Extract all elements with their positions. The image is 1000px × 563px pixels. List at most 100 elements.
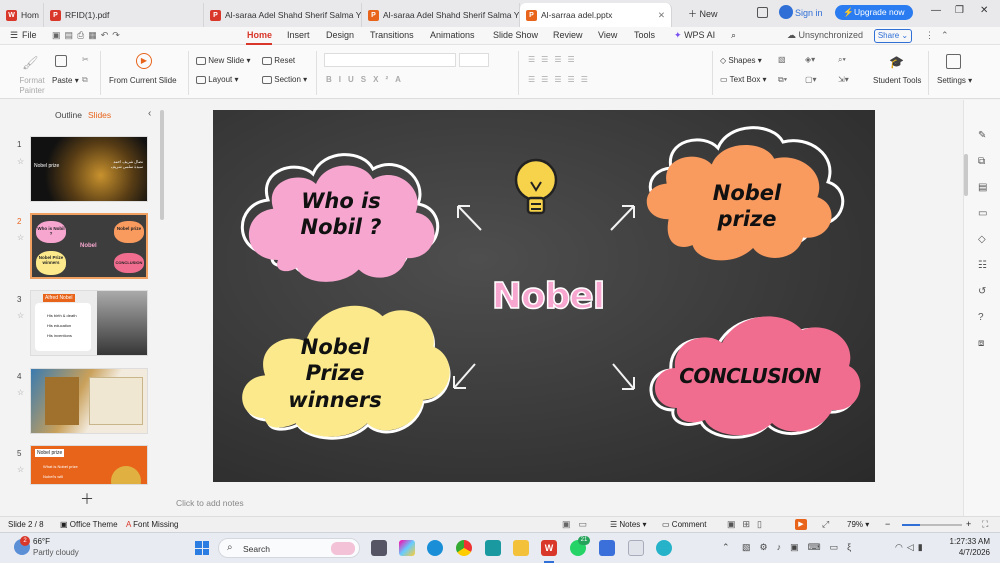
star-icon[interactable]: ☆ [17,157,24,166]
close-window-button[interactable]: ✕ [980,5,988,16]
from-current-slide-button[interactable]: From Current Slide [109,76,177,85]
collapse-icon[interactable]: ⧈ [978,338,984,349]
tab-home-ribbon[interactable]: Home [247,30,272,40]
format-painter-button[interactable]: Format Painter [18,76,46,96]
outlook-icon[interactable] [599,540,615,556]
sign-in-link[interactable]: Sign in [795,8,823,18]
fill-icon[interactable]: ◈▾ [805,55,815,64]
star-icon[interactable]: ☆ [17,233,24,242]
workspace-icon[interactable] [757,7,768,18]
comment-icon[interactable]: ▭ [978,208,987,219]
shape-icon[interactable]: ◇ [978,234,986,245]
slide-thumbnail-selected[interactable]: Who is Nobil ? Nobel prize Nobel Prize w… [30,213,148,279]
slide-thumbnail[interactable]: Nobel prize نضال شريف احمد سيدة سلمى شري… [30,136,148,202]
upgrade-button[interactable]: ⚡Upgrade now [835,5,913,20]
share-button[interactable]: Share ⌄ [874,29,912,43]
star-icon[interactable]: ☆ [17,311,24,320]
panel-scrollbar[interactable] [160,110,164,220]
avatar[interactable] [779,5,793,19]
tab-alsaraa-ppt[interactable]: P Al-saraa Adel Shahd Sherif Salma Ya [362,3,520,27]
add-slide-plus-icon[interactable]: ＋ [80,489,94,509]
close-icon[interactable]: ✕ [658,10,665,21]
zoom-out-button[interactable]: − [885,519,890,529]
tray-icons[interactable]: ▧⚙♪▣⌨▭ξ [742,542,860,553]
tab-slide-show[interactable]: Slide Show [493,30,538,40]
slide-thumbnail[interactable] [30,368,148,434]
select-icon[interactable]: ⇲▾ [838,75,849,84]
center-title[interactable]: Nobel [483,275,613,318]
arduino-icon[interactable] [485,540,501,556]
picture-icon[interactable]: ▧ [778,55,786,64]
outline-icon[interactable]: ▢▾ [805,75,817,84]
arrange-icon[interactable]: ⧉▾ [778,75,787,85]
tray-chevron-up-icon[interactable]: ⌃ [722,542,730,553]
paragraph-list-icons[interactable]: ☰☰☰☰ [528,55,581,64]
search-icon[interactable]: ⌕ [731,30,736,41]
slide-thumbnail[interactable]: Alfred Nobel His birth & death His educa… [30,290,148,356]
edge-icon[interactable] [427,540,443,556]
notes-placeholder[interactable]: Click to add notes [176,498,244,508]
new-slide-button[interactable]: New Slide ▾ [196,56,251,65]
properties-icon[interactable]: ✎ [978,130,986,141]
zoom-in-button[interactable]: + [966,519,971,529]
theme-name[interactable]: ▣ Office Theme [60,520,118,529]
more-icon[interactable]: ⋮ [925,30,934,41]
outline-tab[interactable]: Outline [55,110,82,120]
slides-tab[interactable]: Slides [88,110,111,120]
student-tools-button[interactable]: Student Tools [873,76,921,85]
find-icon[interactable]: ⌕▾ [838,55,846,65]
file-explorer-icon[interactable] [513,540,529,556]
design-icon[interactable]: ⧉ [978,156,985,167]
alignment-icons[interactable]: ☰☰☰☰☰ [528,75,594,84]
tab-tools[interactable]: Tools [634,30,655,40]
slideshow-play-icon[interactable]: ▶ [795,519,807,530]
tab-alsaraa-pdf[interactable]: P Al-saraa Adel Shahd Sherif Salma Ya [204,3,362,27]
slide-thumbnail[interactable]: Nobel prize What is Nobel prize Nobel's … [30,445,148,485]
copy-icon[interactable]: ⧉ [82,75,88,85]
app-icon[interactable] [628,540,644,556]
section-button[interactable]: Section ▾ [262,75,307,84]
zoom-slider[interactable] [902,524,962,526]
view-mode-icons[interactable]: ▣⊞▯ [727,519,769,530]
paste-button[interactable]: Paste ▾ [52,76,79,85]
tab-wps-ai[interactable]: ✦ WPS AI [674,30,715,41]
maximize-button[interactable]: ❐ [955,5,964,16]
quick-access-icons[interactable]: ▣▤⎙▦↶↷ [52,30,124,41]
task-view-icon[interactable] [371,540,387,556]
text-format-icons[interactable]: BIUSX²A [326,75,408,84]
chevron-up-icon[interactable]: ⌃ [941,30,949,41]
tab-transitions[interactable]: Transitions [370,30,414,40]
chrome-icon[interactable] [456,540,472,556]
star-icon[interactable]: ☆ [17,388,24,397]
text-box-button[interactable]: ▭ Text Box ▾ [720,75,767,84]
copilot-icon[interactable] [399,540,415,556]
canvas-scrollbar[interactable] [964,154,968,196]
minimize-button[interactable]: — [931,5,941,16]
reset-button[interactable]: Reset [262,56,295,65]
star-icon[interactable]: ☆ [17,465,24,474]
history-icon[interactable]: ↺ [978,286,986,297]
settings-button[interactable]: Settings ▾ [937,76,972,85]
tab-review[interactable]: Review [553,30,583,40]
tab-home[interactable]: W Hom [0,3,44,27]
comment-button[interactable]: ▭ Comment [662,520,706,529]
shapes-button[interactable]: ◇ Shapes ▾ [720,56,762,65]
windows-start-icon[interactable] [195,541,209,555]
notes-button[interactable]: ☰ Notes ▾ [610,520,647,529]
slide-canvas[interactable]: Who is Nobil ? Nobel prize Nobel Prize w… [213,110,875,482]
wps-office-icon[interactable]: W [541,540,557,556]
font-name-dropdown[interactable] [324,53,456,67]
collapse-chevron-icon[interactable]: ‹ [148,108,151,119]
canva-icon[interactable] [656,540,672,556]
network-volume-battery-icons[interactable]: ◠◁▮ [895,542,927,553]
clock-time[interactable]: 1:27:33 AM [944,537,990,546]
tab-design[interactable]: Design [326,30,354,40]
hamburger-icon[interactable]: ☰ [10,30,18,41]
taskbar-search[interactable]: ⌕ Search [218,538,360,558]
template-icon[interactable]: ▤ [978,182,987,193]
font-missing-button[interactable]: A Font Missing [126,520,179,529]
tab-active-pptx[interactable]: P Al-sarraa adel.pptx ✕ [520,3,672,27]
zoom-level[interactable]: 79% ▾ [847,520,869,529]
fullscreen-icon[interactable]: ⛶ [982,519,988,530]
cut-icon[interactable]: ✂ [82,55,89,64]
